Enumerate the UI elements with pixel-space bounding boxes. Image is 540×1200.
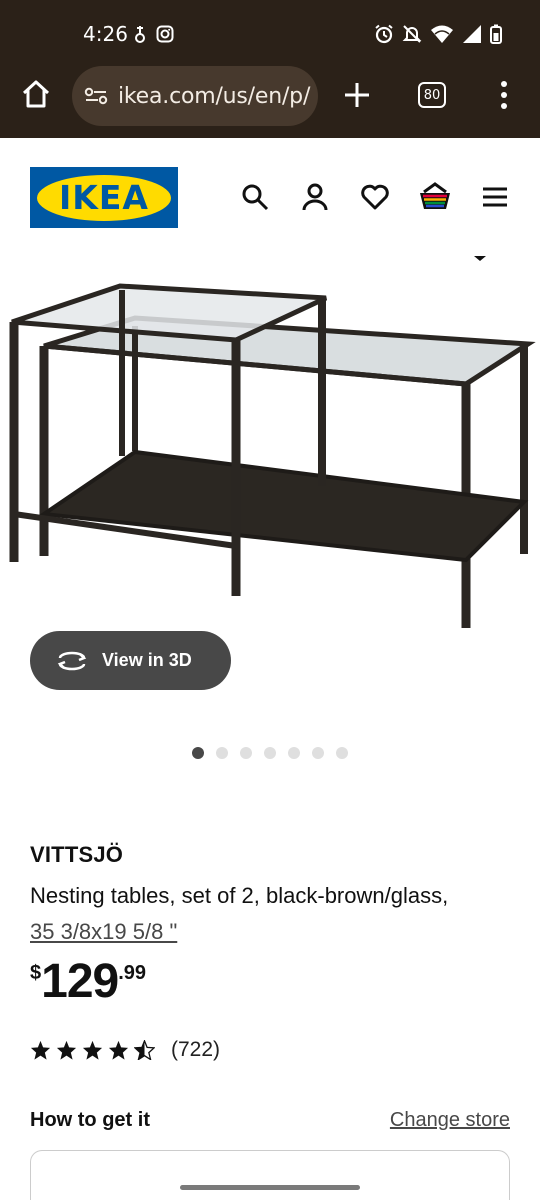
view-in-3d-button[interactable]: View in 3D	[30, 631, 231, 690]
star-full-icon	[56, 1040, 77, 1060]
url-text: ikea.com/us/en/p/	[118, 83, 311, 109]
mute-icon	[402, 25, 422, 43]
address-bar[interactable]: ikea.com/us/en/p/	[72, 66, 318, 126]
browser-chrome: 4:26 ikea.com/us/en/p/ 80	[0, 0, 540, 138]
star-full-icon	[108, 1040, 129, 1060]
rotate-3d-icon	[57, 651, 87, 670]
product-image[interactable]	[0, 256, 540, 636]
site-settings-icon[interactable]	[84, 86, 108, 106]
ikea-logo[interactable]: IKEA	[30, 167, 178, 228]
logo-text: IKEA	[59, 178, 149, 217]
view-in-3d-label: View in 3D	[102, 650, 192, 670]
signal-icon	[463, 25, 481, 43]
carousel-dot[interactable]	[264, 747, 276, 759]
favorites-icon[interactable]	[360, 182, 390, 212]
search-icon[interactable]	[240, 182, 270, 212]
alarm-icon	[375, 24, 393, 44]
star-full-icon	[30, 1040, 51, 1060]
product-name: VITTSJÖ	[30, 842, 124, 867]
price-decimals: .99	[118, 962, 147, 984]
tab-count: 80	[423, 87, 441, 103]
carousel-dot[interactable]	[288, 747, 300, 759]
store-card[interactable]	[30, 1150, 510, 1200]
carousel-dot[interactable]	[240, 747, 252, 759]
status-time: 4:26	[83, 22, 128, 46]
product-price: $ 129 .99	[30, 956, 146, 1008]
price-currency: $	[30, 962, 42, 984]
product-description: Nesting tables, set of 2, black-brown/gl…	[30, 878, 520, 950]
tabs-icon[interactable]: 80	[418, 82, 446, 108]
star-full-icon	[82, 1040, 103, 1060]
carousel-dot[interactable]	[216, 747, 228, 759]
review-count: (722)	[171, 1038, 221, 1061]
browser-toolbar: ikea.com/us/en/p/ 80	[0, 66, 540, 126]
wifi-icon	[431, 25, 453, 43]
gesture-bar[interactable]	[180, 1185, 360, 1190]
how-to-get-it-title: How to get it	[30, 1109, 150, 1131]
large-table	[38, 315, 536, 628]
product-rating[interactable]: (722)	[30, 1038, 220, 1062]
status-bar: 4:26	[0, 0, 540, 70]
product-size-link[interactable]: 35 3/8x19 5/8 "	[30, 919, 177, 944]
account-icon[interactable]	[300, 182, 330, 212]
thermometer-icon	[135, 26, 145, 43]
rating-stars	[30, 1040, 155, 1060]
carousel-dot[interactable]	[312, 747, 324, 759]
more-menu-icon[interactable]	[494, 80, 514, 110]
hamburger-menu-icon[interactable]	[480, 182, 510, 212]
product-description-text: Nesting tables, set of 2, black-brown/gl…	[30, 883, 449, 908]
star-half-icon	[134, 1040, 155, 1060]
price-integer: 129	[41, 955, 119, 1008]
new-tab-icon[interactable]	[340, 78, 374, 112]
battery-icon	[490, 24, 502, 44]
carousel-dot[interactable]	[336, 747, 348, 759]
instagram-icon	[156, 25, 174, 43]
change-store-link[interactable]: Change store	[390, 1109, 510, 1132]
carousel-dot[interactable]	[192, 747, 204, 759]
cart-icon[interactable]	[418, 182, 452, 212]
site-header: IKEA	[0, 138, 540, 256]
carousel-dots	[192, 747, 348, 759]
dropdown-caret-icon	[474, 256, 486, 261]
home-icon[interactable]	[20, 78, 52, 110]
